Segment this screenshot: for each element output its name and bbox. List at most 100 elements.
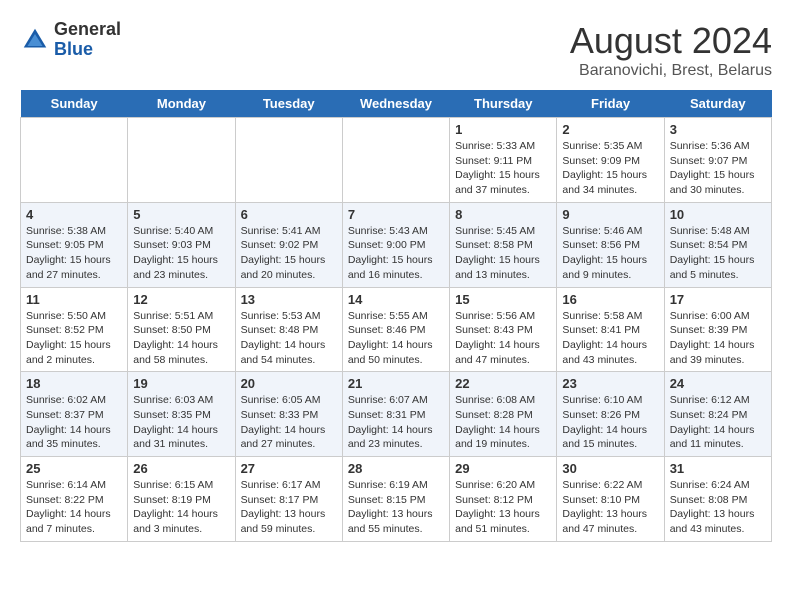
calendar-cell: [21, 118, 128, 203]
cell-info: Sunrise: 5:51 AMSunset: 8:50 PMDaylight:…: [133, 309, 229, 368]
cell-info: Sunrise: 6:20 AMSunset: 8:12 PMDaylight:…: [455, 478, 551, 537]
calendar-cell: 10 Sunrise: 5:48 AMSunset: 8:54 PMDayligh…: [664, 202, 771, 287]
calendar-cell: 29 Sunrise: 6:20 AMSunset: 8:12 PMDayligh…: [450, 457, 557, 542]
calendar-cell: 20Sunrise: 6:05 AMSunset: 8:33 PMDayligh…: [235, 372, 342, 457]
page-header: General Blue August 2024 Baranovichi, Br…: [20, 20, 772, 80]
calendar-table: SundayMondayTuesdayWednesdayThursdayFrid…: [20, 90, 772, 542]
cell-info: Sunrise: 6:14 AMSunset: 8:22 PMDaylight:…: [26, 478, 122, 537]
cell-info: Sunrise: 5:41 AMSunset: 9:02 PMDaylight:…: [241, 224, 337, 283]
calendar-cell: 1 Sunrise: 5:33 AMSunset: 9:11 PMDaylight…: [450, 118, 557, 203]
cell-info: Sunrise: 5:36 AMSunset: 9:07 PMDaylight:…: [670, 139, 766, 198]
calendar-cell: 8Sunrise: 5:45 AMSunset: 8:58 PMDaylight…: [450, 202, 557, 287]
calendar-cell: 28Sunrise: 6:19 AMSunset: 8:15 PMDayligh…: [342, 457, 449, 542]
cell-info: Sunrise: 5:45 AMSunset: 8:58 PMDaylight:…: [455, 224, 551, 283]
cell-info: Sunrise: 6:08 AMSunset: 8:28 PMDaylight:…: [455, 393, 551, 452]
day-header-wednesday: Wednesday: [342, 90, 449, 118]
week-row-3: 11Sunrise: 5:50 AMSunset: 8:52 PMDayligh…: [21, 287, 772, 372]
calendar-cell: 24 Sunrise: 6:12 AMSunset: 8:24 PMDayligh…: [664, 372, 771, 457]
date-number: 27: [241, 461, 337, 476]
calendar-cell: [235, 118, 342, 203]
date-number: 26: [133, 461, 229, 476]
calendar-cell: 26 Sunrise: 6:15 AMSunset: 8:19 PMDayligh…: [128, 457, 235, 542]
month-title: August 2024: [570, 20, 772, 62]
cell-info: Sunrise: 5:35 AMSunset: 9:09 PMDaylight:…: [562, 139, 658, 198]
date-number: 13: [241, 292, 337, 307]
calendar-cell: 9 Sunrise: 5:46 AMSunset: 8:56 PMDaylight…: [557, 202, 664, 287]
week-row-5: 25 Sunrise: 6:14 AMSunset: 8:22 PMDayligh…: [21, 457, 772, 542]
calendar-cell: 16Sunrise: 5:58 AMSunset: 8:41 PMDayligh…: [557, 287, 664, 372]
date-number: 29: [455, 461, 551, 476]
date-number: 21: [348, 376, 444, 391]
cell-info: Sunrise: 5:56 AMSunset: 8:43 PMDaylight:…: [455, 309, 551, 368]
day-headers-row: SundayMondayTuesdayWednesdayThursdayFrid…: [21, 90, 772, 118]
cell-info: Sunrise: 6:15 AMSunset: 8:19 PMDaylight:…: [133, 478, 229, 537]
date-number: 18: [26, 376, 122, 391]
calendar-cell: 12 Sunrise: 5:51 AMSunset: 8:50 PMDayligh…: [128, 287, 235, 372]
cell-info: Sunrise: 5:43 AMSunset: 9:00 PMDaylight:…: [348, 224, 444, 283]
cell-info: Sunrise: 6:05 AMSunset: 8:33 PMDaylight:…: [241, 393, 337, 452]
week-row-2: 4 Sunrise: 5:38 AMSunset: 9:05 PMDaylight…: [21, 202, 772, 287]
title-section: August 2024 Baranovichi, Brest, Belarus: [570, 20, 772, 80]
calendar-cell: 19 Sunrise: 6:03 AMSunset: 8:35 PMDayligh…: [128, 372, 235, 457]
cell-info: Sunrise: 6:07 AMSunset: 8:31 PMDaylight:…: [348, 393, 444, 452]
cell-info: Sunrise: 6:03 AMSunset: 8:35 PMDaylight:…: [133, 393, 229, 452]
date-number: 5: [133, 207, 229, 222]
date-number: 6: [241, 207, 337, 222]
calendar-cell: 13Sunrise: 5:53 AMSunset: 8:48 PMDayligh…: [235, 287, 342, 372]
date-number: 12: [133, 292, 229, 307]
date-number: 17: [670, 292, 766, 307]
day-header-thursday: Thursday: [450, 90, 557, 118]
day-header-sunday: Sunday: [21, 90, 128, 118]
day-header-tuesday: Tuesday: [235, 90, 342, 118]
date-number: 28: [348, 461, 444, 476]
logo-icon: [20, 25, 50, 55]
date-number: 14: [348, 292, 444, 307]
cell-info: Sunrise: 6:12 AMSunset: 8:24 PMDaylight:…: [670, 393, 766, 452]
calendar-cell: [128, 118, 235, 203]
calendar-cell: 6 Sunrise: 5:41 AMSunset: 9:02 PMDaylight…: [235, 202, 342, 287]
date-number: 22: [455, 376, 551, 391]
date-number: 7: [348, 207, 444, 222]
cell-info: Sunrise: 5:55 AMSunset: 8:46 PMDaylight:…: [348, 309, 444, 368]
cell-info: Sunrise: 6:02 AMSunset: 8:37 PMDaylight:…: [26, 393, 122, 452]
date-number: 9: [562, 207, 658, 222]
logo: General Blue: [20, 20, 121, 60]
logo-general: General: [54, 19, 121, 39]
date-number: 31: [670, 461, 766, 476]
date-number: 19: [133, 376, 229, 391]
day-header-friday: Friday: [557, 90, 664, 118]
date-number: 23: [562, 376, 658, 391]
calendar-cell: [342, 118, 449, 203]
cell-info: Sunrise: 6:24 AMSunset: 8:08 PMDaylight:…: [670, 478, 766, 537]
location-subtitle: Baranovichi, Brest, Belarus: [570, 62, 772, 80]
cell-info: Sunrise: 6:10 AMSunset: 8:26 PMDaylight:…: [562, 393, 658, 452]
date-number: 15: [455, 292, 551, 307]
calendar-cell: 5 Sunrise: 5:40 AMSunset: 9:03 PMDaylight…: [128, 202, 235, 287]
calendar-cell: 7 Sunrise: 5:43 AMSunset: 9:00 PMDaylight…: [342, 202, 449, 287]
day-header-monday: Monday: [128, 90, 235, 118]
calendar-cell: 15 Sunrise: 5:56 AMSunset: 8:43 PMDayligh…: [450, 287, 557, 372]
cell-info: Sunrise: 5:38 AMSunset: 9:05 PMDaylight:…: [26, 224, 122, 283]
date-number: 10: [670, 207, 766, 222]
calendar-cell: 25 Sunrise: 6:14 AMSunset: 8:22 PMDayligh…: [21, 457, 128, 542]
calendar-cell: 11Sunrise: 5:50 AMSunset: 8:52 PMDayligh…: [21, 287, 128, 372]
logo-text: General Blue: [54, 20, 121, 60]
date-number: 3: [670, 122, 766, 137]
date-number: 16: [562, 292, 658, 307]
cell-info: Sunrise: 5:48 AMSunset: 8:54 PMDaylight:…: [670, 224, 766, 283]
calendar-cell: 21 Sunrise: 6:07 AMSunset: 8:31 PMDayligh…: [342, 372, 449, 457]
calendar-cell: 14 Sunrise: 5:55 AMSunset: 8:46 PMDayligh…: [342, 287, 449, 372]
calendar-cell: 4 Sunrise: 5:38 AMSunset: 9:05 PMDaylight…: [21, 202, 128, 287]
cell-info: Sunrise: 5:50 AMSunset: 8:52 PMDaylight:…: [26, 309, 122, 368]
cell-info: Sunrise: 6:22 AMSunset: 8:10 PMDaylight:…: [562, 478, 658, 537]
week-row-1: 1 Sunrise: 5:33 AMSunset: 9:11 PMDaylight…: [21, 118, 772, 203]
date-number: 4: [26, 207, 122, 222]
date-number: 24: [670, 376, 766, 391]
date-number: 1: [455, 122, 551, 137]
cell-info: Sunrise: 6:17 AMSunset: 8:17 PMDaylight:…: [241, 478, 337, 537]
date-number: 25: [26, 461, 122, 476]
cell-info: Sunrise: 5:40 AMSunset: 9:03 PMDaylight:…: [133, 224, 229, 283]
cell-info: Sunrise: 5:33 AMSunset: 9:11 PMDaylight:…: [455, 139, 551, 198]
cell-info: Sunrise: 5:46 AMSunset: 8:56 PMDaylight:…: [562, 224, 658, 283]
calendar-cell: 17Sunrise: 6:00 AMSunset: 8:39 PMDayligh…: [664, 287, 771, 372]
